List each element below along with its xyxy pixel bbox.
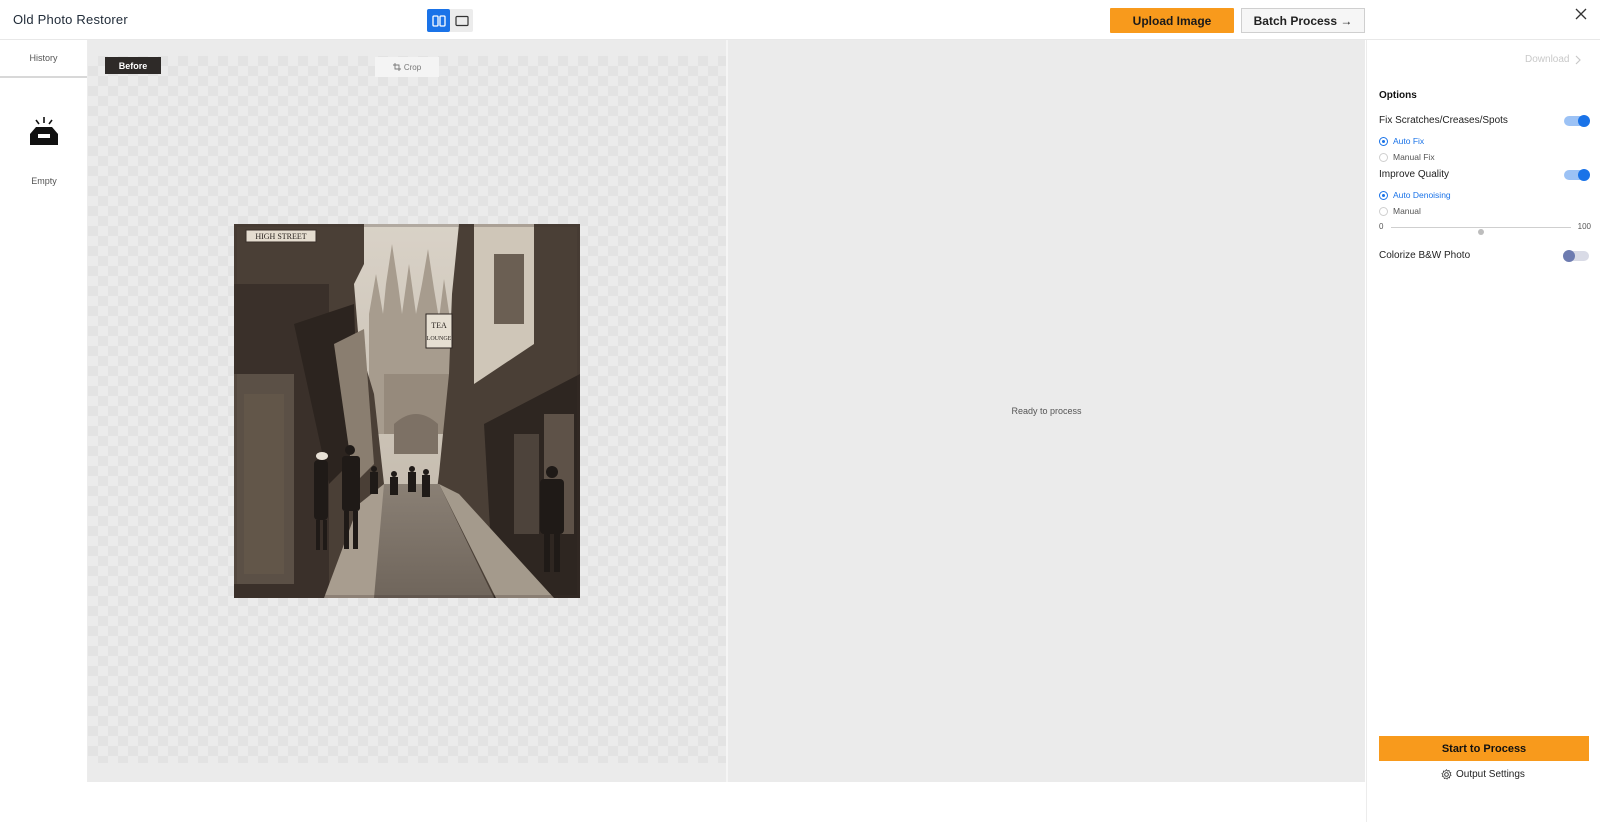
chevron-right-icon (1576, 55, 1582, 64)
start-process-button[interactable]: Start to Process (1379, 736, 1589, 761)
before-panel: Before Crop HIGH STREET TEA LOUNGE (88, 40, 726, 782)
improve-quality-toggle[interactable] (1564, 169, 1590, 181)
after-panel: Ready to process (728, 40, 1365, 782)
empty-inbox-icon (30, 117, 58, 145)
gear-icon (1441, 769, 1452, 780)
before-badge: Before (105, 57, 161, 74)
output-settings-label: Output Settings (1456, 769, 1525, 780)
app-title: Old Photo Restorer (13, 12, 128, 27)
slider-track[interactable] (1391, 227, 1571, 235)
crop-button[interactable]: Crop (375, 57, 439, 77)
denoise-slider[interactable]: 0 100 (1379, 222, 1591, 235)
fix-scratches-label: Fix Scratches/Creases/Spots (1379, 115, 1508, 126)
slider-thumb[interactable] (1478, 229, 1484, 235)
colorize-toggle[interactable] (1563, 250, 1589, 262)
output-settings-link[interactable]: Output Settings (1441, 769, 1525, 780)
options-panel: Download Options Fix Scratches/Creases/S… (1366, 40, 1600, 822)
manual-denoising-radio[interactable]: Manual (1379, 206, 1421, 216)
batch-process-button[interactable]: Batch Process → (1241, 8, 1365, 33)
auto-fix-radio[interactable]: Auto Fix (1379, 136, 1424, 146)
improve-quality-label: Improve Quality (1379, 169, 1450, 180)
upload-image-button[interactable]: Upload Image (1110, 8, 1234, 33)
manual-fix-radio[interactable]: Manual Fix (1379, 152, 1435, 162)
split-view-button[interactable] (427, 9, 450, 32)
download-label: Download (1525, 54, 1570, 65)
uploaded-old-photo: HIGH STREET TEA LOUNGE (234, 224, 580, 598)
slider-max-label: 100 (1577, 222, 1591, 231)
crop-label: Crop (403, 62, 422, 72)
top-bar: Old Photo Restorer Upload Image Batch Pr… (0, 0, 1600, 40)
svg-text:TEA: TEA (431, 321, 447, 330)
slider-min-label: 0 (1379, 222, 1384, 231)
crop-icon (392, 63, 401, 71)
svg-text:HIGH STREET: HIGH STREET (255, 232, 306, 241)
single-view-icon (454, 15, 469, 26)
ready-status: Ready to process (1011, 406, 1082, 416)
empty-history-label: Empty (31, 176, 57, 186)
history-tab[interactable]: History (0, 40, 87, 78)
single-view-button[interactable] (450, 9, 473, 32)
colorize-label: Colorize B&W Photo (1379, 250, 1471, 261)
download-button[interactable]: Download (1525, 54, 1582, 65)
options-title: Options (1379, 90, 1417, 101)
svg-text:LOUNGE: LOUNGE (427, 336, 452, 342)
close-icon[interactable] (1572, 5, 1590, 23)
history-sidebar: History Empty (0, 40, 88, 782)
view-mode-toggle (427, 9, 473, 32)
fix-scratches-toggle[interactable] (1564, 115, 1590, 127)
auto-denoising-radio[interactable]: Auto Denoising (1379, 190, 1451, 200)
split-view-icon (431, 14, 446, 27)
